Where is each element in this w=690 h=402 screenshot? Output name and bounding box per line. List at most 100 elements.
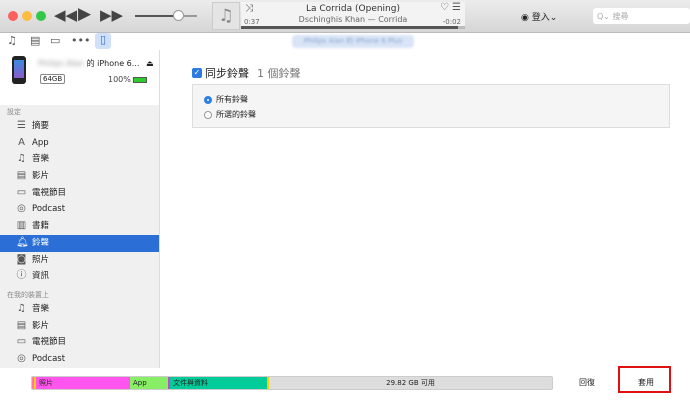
storage-documents: 文件與資料	[170, 377, 267, 389]
radio-all-tones[interactable]: 所有鈴聲	[204, 94, 248, 105]
sidebar-item-app[interactable]: A App	[0, 135, 159, 152]
radio-label: 所選的鈴聲	[216, 110, 256, 119]
device-item-movies[interactable]: ▤ 影片	[0, 318, 159, 335]
radio-unselected-icon[interactable]	[204, 110, 212, 119]
revert-button[interactable]: 回復	[579, 377, 595, 388]
device-item-music[interactable]: ♫ 音樂	[0, 301, 159, 318]
eject-icon[interactable]: ⏏	[146, 59, 154, 68]
storage-apps: App	[130, 377, 168, 389]
film-icon: ▤	[16, 170, 27, 182]
user-icon: ◉	[521, 13, 529, 23]
sidebar-item-label: 音樂	[32, 154, 50, 165]
track-artist: Dschinghis Khan — Corrida	[298, 15, 408, 24]
more-icon[interactable]: •••	[71, 34, 90, 47]
sidebar-item-label: App	[32, 137, 49, 148]
sidebar-item-label: 摘要	[32, 121, 50, 131]
music-note-icon: ♫	[17, 302, 26, 314]
battery-status: 100%	[108, 75, 148, 84]
sidebar-item-movies[interactable]: ▤ 影片	[0, 168, 159, 185]
music-note-icon[interactable]: ♫	[7, 34, 17, 47]
film-icon[interactable]: ▤	[30, 34, 40, 47]
sidebar-item-label: Podcast	[32, 353, 66, 364]
music-note-icon: ♫	[17, 153, 26, 165]
sidebar-item-podcast[interactable]: ◎ Podcast	[0, 201, 159, 218]
camera-icon: ◙	[16, 253, 27, 265]
title-bar: ◀◀ ▶ ▶▶ ♫ ⤨ La Corrida (Opening) Dsching…	[0, 0, 690, 33]
iphone-image	[12, 56, 26, 84]
now-playing-display: ⤨ La Corrida (Opening) Dschinghis Khan —…	[241, 2, 465, 29]
summary-icon: ☰	[17, 120, 26, 131]
podcast-icon: ◎	[17, 352, 26, 364]
sync-options-box: 所有鈴聲 所選的鈴聲	[192, 84, 670, 128]
login-button[interactable]: ◉ 登入⌄	[521, 10, 557, 23]
bell-icon: 🔔︎	[16, 236, 29, 248]
book-icon: ▥	[16, 220, 27, 232]
film-icon: ▤	[16, 319, 27, 331]
album-art-music-icon: ♫	[212, 2, 240, 30]
fast-forward-icon[interactable]: ▶▶	[100, 6, 123, 24]
list-icon[interactable]: ☰	[452, 2, 461, 13]
device-item-tv[interactable]: ▭ 電視節目	[0, 334, 159, 351]
minimize-window-button[interactable]	[22, 11, 32, 21]
segment-label: 文件與資料	[173, 379, 208, 387]
volume-slider[interactable]	[135, 10, 197, 21]
track-title: La Corrida (Opening)	[306, 4, 400, 14]
sidebar: Philips Alan 的 iPhone 6... ⏏ 64GB 100% 設…	[0, 50, 160, 381]
storage-bar: 照片 App 文件與資料 29.82 GB 可用	[31, 376, 553, 390]
tv-icon: ▭	[16, 336, 27, 348]
remaining-time: -0:02	[442, 18, 461, 26]
main-panel: ✓ 同步鈴聲 1 個鈴聲 所有鈴聲 所選的鈴聲	[161, 50, 690, 368]
capacity-badge: 64GB	[40, 74, 66, 84]
radio-selected-tones[interactable]: 所選的鈴聲	[204, 109, 256, 120]
sidebar-item-label: 音樂	[32, 303, 50, 314]
tv-icon: ▭	[16, 186, 27, 198]
on-device-section-header: 在我的裝置上	[7, 290, 49, 299]
sidebar-item-label: 鈴聲	[32, 237, 50, 248]
sidebar-item-tones[interactable]: 🔔︎ 鈴聲	[0, 234, 159, 252]
sidebar-item-label: 書籍	[32, 221, 50, 232]
segment-label: 照片	[39, 379, 53, 387]
sidebar-item-books[interactable]: ▥ 書籍	[0, 218, 159, 235]
search-input[interactable]: Q⌄ 搜尋	[593, 8, 690, 24]
device-header: Philips Alan 的 iPhone 6... ⏏ 64GB 100%	[0, 50, 159, 105]
battery-icon	[133, 76, 148, 83]
sidebar-item-summary[interactable]: ☰ 摘要	[0, 118, 159, 135]
device-name-tab[interactable]: Philips Alan 的 iPhone 6 Plus	[292, 35, 414, 48]
storage-photos: 照片	[36, 377, 130, 389]
sidebar-item-music[interactable]: ♫ 音樂	[0, 151, 159, 168]
login-label: 登入	[531, 13, 550, 23]
highlight-box	[618, 366, 671, 393]
app-store-icon: A	[18, 136, 25, 148]
close-window-button[interactable]	[8, 11, 18, 21]
storage-free: 29.82 GB 可用	[386, 379, 435, 387]
sync-label: 同步鈴聲	[205, 67, 249, 80]
iphone-device-icon[interactable]: ▯	[95, 33, 111, 49]
progress-bar[interactable]	[241, 26, 465, 29]
device-model: 的 iPhone 6...	[86, 59, 140, 68]
rewind-icon[interactable]: ◀◀	[54, 6, 77, 24]
radio-label: 所有鈴聲	[216, 95, 248, 104]
media-toolbar: ♫ ▤ ▭ ••• ▯ Philips Alan 的 iPhone 6 Plus	[0, 33, 690, 50]
elapsed-time: 0:37	[244, 18, 260, 26]
sidebar-item-info[interactable]: ⓘ 資訊	[0, 268, 159, 285]
play-icon[interactable]: ▶	[78, 4, 91, 24]
sidebar-item-tv[interactable]: ▭ 電視節目	[0, 185, 159, 202]
info-icon: ⓘ	[16, 270, 27, 282]
device-name: Philips Alan 的 iPhone 6... ⏏	[38, 58, 154, 69]
bottom-bar: 照片 App 文件與資料 29.82 GB 可用 回復 套用	[0, 368, 690, 402]
radio-selected-icon[interactable]	[204, 95, 212, 104]
sync-tones-checkbox[interactable]: ✓ 同步鈴聲 1 個鈴聲	[192, 65, 301, 81]
battery-percent: 100%	[108, 75, 131, 84]
search-icon: Q⌄	[597, 12, 610, 21]
sidebar-item-label: 電視節目	[32, 337, 67, 348]
heart-icon[interactable]: ♡	[440, 2, 449, 13]
sidebar-item-photos[interactable]: ◙ 照片	[0, 252, 159, 269]
tv-icon[interactable]: ▭	[50, 34, 60, 47]
search-placeholder: 搜尋	[612, 12, 629, 21]
sidebar-item-label: 資訊	[32, 271, 50, 282]
podcast-icon: ◎	[17, 203, 26, 215]
device-item-podcast[interactable]: ◎ Podcast	[0, 351, 159, 368]
volume-knob[interactable]	[173, 10, 184, 21]
checkbox-checked-icon[interactable]: ✓	[192, 68, 202, 78]
zoom-window-button[interactable]	[36, 11, 46, 21]
